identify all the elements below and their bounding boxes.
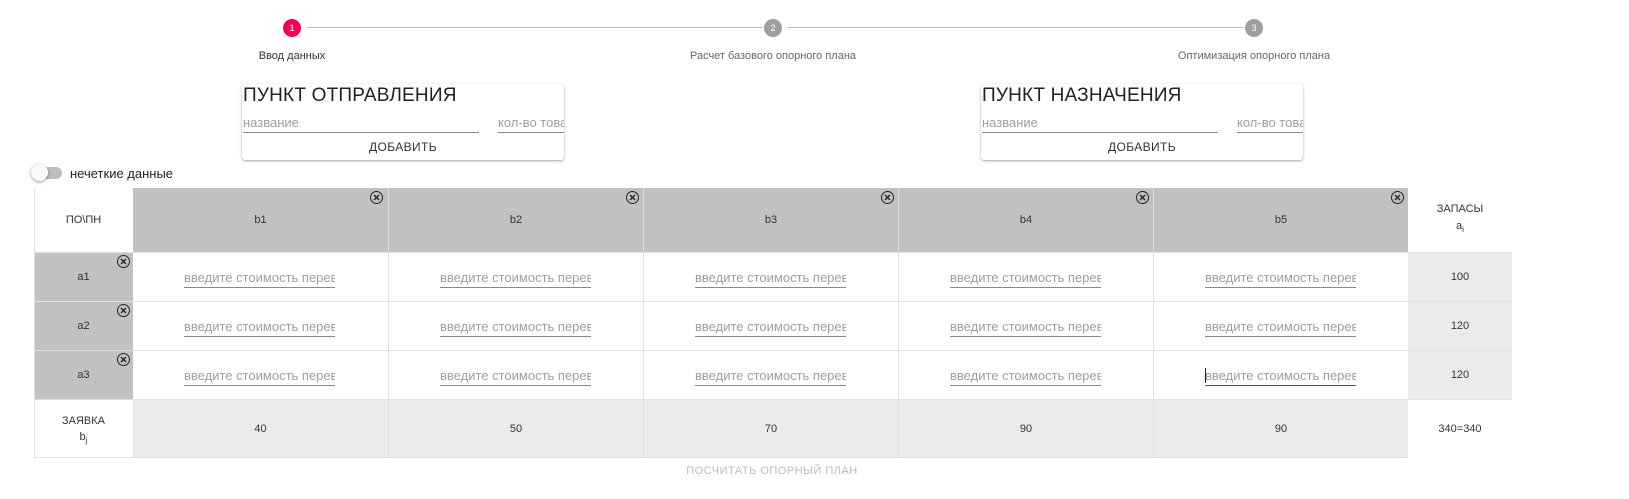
column-header: b4 bbox=[898, 188, 1153, 252]
destination-card-title: ПУНКТ НАЗНАЧЕНИЯ bbox=[982, 85, 1182, 106]
departure-name-input[interactable] bbox=[243, 112, 479, 133]
cost-cell bbox=[898, 350, 1153, 399]
row-label: a3 bbox=[77, 369, 90, 381]
step-2-label[interactable]: Расчет базового опорного плана bbox=[690, 50, 856, 62]
demand-header: ЗАЯВКА bj bbox=[34, 399, 133, 458]
departure-quantity-input[interactable] bbox=[498, 112, 564, 133]
calculate-plan-button[interactable]: ПОСЧИТАТЬ ОПОРНЫЙ ПЛАН bbox=[672, 460, 872, 482]
remove-row-icon[interactable] bbox=[117, 353, 130, 366]
cost-cell bbox=[898, 252, 1153, 301]
step-2-indicator[interactable]: 2 bbox=[764, 19, 782, 37]
column-header: b5 bbox=[1153, 188, 1408, 252]
supply-header-label: ЗАПАСЫ bbox=[1436, 203, 1484, 215]
corner-label: ПО\ПН bbox=[65, 214, 102, 226]
row-label: a1 bbox=[77, 271, 90, 283]
cost-cell bbox=[133, 350, 388, 399]
supply-value: 120 bbox=[1408, 301, 1512, 350]
cost-cell bbox=[388, 350, 643, 399]
cost-input[interactable] bbox=[440, 316, 591, 337]
cost-cell bbox=[388, 301, 643, 350]
text-caret bbox=[1205, 368, 1206, 383]
column-header: b1 bbox=[133, 188, 388, 252]
column-label: b3 bbox=[764, 214, 778, 226]
cost-cell bbox=[643, 252, 898, 301]
cost-cell bbox=[1153, 301, 1408, 350]
cost-input[interactable] bbox=[184, 316, 335, 337]
fuzzy-data-label: нечеткие данные bbox=[70, 166, 174, 181]
cost-input[interactable] bbox=[184, 365, 335, 386]
demand-value: 50 bbox=[388, 399, 643, 458]
demand-value: 90 bbox=[898, 399, 1153, 458]
supply-header: ЗАПАСЫ ai bbox=[1408, 188, 1512, 252]
demand-header-label: ЗАЯВКА bbox=[61, 415, 105, 427]
cost-cell bbox=[643, 350, 898, 399]
cost-input[interactable] bbox=[1205, 316, 1356, 337]
column-label: b5 bbox=[1274, 214, 1288, 226]
row-header: a2 bbox=[34, 301, 133, 350]
supply-value: 100 bbox=[1408, 252, 1512, 301]
destination-point-card: ПУНКТ НАЗНАЧЕНИЯ ДОБАВИТЬ bbox=[981, 84, 1303, 160]
cost-cell bbox=[1153, 252, 1408, 301]
balance-value: 340=340 bbox=[1408, 399, 1512, 458]
cost-cell bbox=[1153, 350, 1408, 399]
step-3-indicator[interactable]: 3 bbox=[1245, 19, 1263, 37]
departure-card-title: ПУНКТ ОТПРАВЛЕНИЯ bbox=[243, 85, 457, 106]
cost-input[interactable] bbox=[950, 267, 1101, 288]
demand-value: 90 bbox=[1153, 399, 1408, 458]
cost-cell bbox=[388, 252, 643, 301]
remove-column-icon[interactable] bbox=[1136, 191, 1149, 204]
add-departure-button[interactable]: ДОБАВИТЬ bbox=[242, 135, 564, 159]
demand-symbol: bj bbox=[79, 431, 88, 445]
destination-quantity-input[interactable] bbox=[1237, 112, 1303, 133]
row-header: a1 bbox=[34, 252, 133, 301]
cost-input[interactable] bbox=[1205, 267, 1356, 288]
cost-input[interactable] bbox=[950, 365, 1101, 386]
demand-value: 70 bbox=[643, 399, 898, 458]
corner-header: ПО\ПН bbox=[34, 188, 133, 252]
step-1-label[interactable]: Ввод данных bbox=[259, 50, 326, 62]
demand-value: 40 bbox=[133, 399, 388, 458]
column-label: b4 bbox=[1019, 214, 1033, 226]
switch-thumb bbox=[31, 164, 48, 181]
cost-input[interactable] bbox=[695, 267, 846, 288]
cost-input[interactable] bbox=[184, 267, 335, 288]
stepper: 1 2 3 Ввод данных Расчет базового опорно… bbox=[0, 0, 1629, 70]
cost-input[interactable] bbox=[950, 316, 1101, 337]
supply-symbol: ai bbox=[1456, 220, 1464, 234]
cost-input[interactable] bbox=[695, 365, 846, 386]
cost-input[interactable] bbox=[440, 365, 591, 386]
supply-value: 120 bbox=[1408, 350, 1512, 399]
step-connector bbox=[788, 27, 1244, 28]
step-3-label[interactable]: Оптимизация опорного плана bbox=[1178, 50, 1330, 62]
remove-column-icon[interactable] bbox=[881, 191, 894, 204]
cost-cell bbox=[643, 301, 898, 350]
destination-name-input[interactable] bbox=[982, 112, 1218, 133]
cost-input[interactable] bbox=[440, 267, 591, 288]
transport-table: ПО\ПН b1 b2 b3 b4 b5 ЗАПАСЫ ai a1 100 a2 bbox=[34, 188, 1512, 458]
column-header: b3 bbox=[643, 188, 898, 252]
cost-cell bbox=[898, 301, 1153, 350]
row-header: a3 bbox=[34, 350, 133, 399]
cost-cell bbox=[133, 301, 388, 350]
cost-input-focused[interactable] bbox=[1205, 365, 1356, 386]
step-connector bbox=[307, 27, 763, 28]
add-destination-button[interactable]: ДОБАВИТЬ bbox=[981, 135, 1303, 159]
remove-column-icon[interactable] bbox=[626, 191, 639, 204]
fuzzy-data-switch[interactable] bbox=[31, 164, 62, 181]
cost-cell bbox=[133, 252, 388, 301]
step-1-indicator[interactable]: 1 bbox=[283, 19, 301, 37]
departure-point-card: ПУНКТ ОТПРАВЛЕНИЯ ДОБАВИТЬ bbox=[242, 84, 564, 160]
column-label: b1 bbox=[254, 214, 267, 226]
remove-row-icon[interactable] bbox=[117, 255, 130, 268]
remove-row-icon[interactable] bbox=[117, 304, 130, 317]
remove-column-icon[interactable] bbox=[370, 191, 383, 204]
column-header: b2 bbox=[388, 188, 643, 252]
cost-input[interactable] bbox=[695, 316, 846, 337]
row-label: a2 bbox=[77, 320, 90, 332]
column-label: b2 bbox=[509, 214, 523, 226]
remove-column-icon[interactable] bbox=[1391, 191, 1404, 204]
